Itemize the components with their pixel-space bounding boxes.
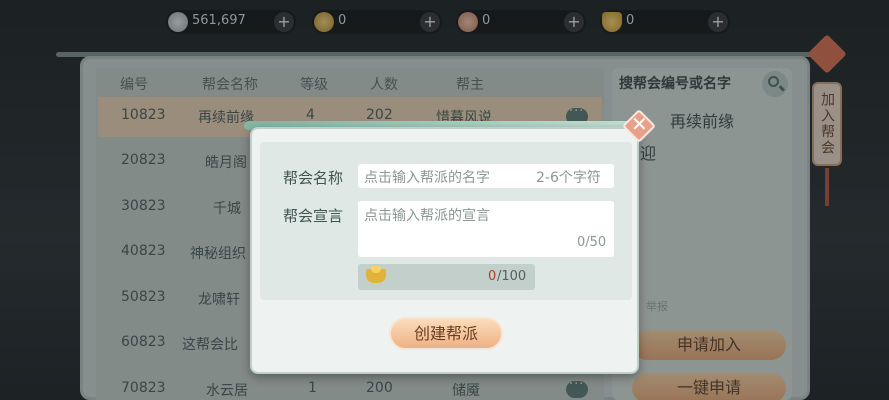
create-guild-button[interactable]: 创建帮派 — [389, 317, 503, 350]
gold-ingot-icon — [366, 265, 386, 283]
cost-need: /100 — [497, 269, 527, 284]
guild-name-hint: 2-6个字符 — [536, 170, 601, 186]
close-icon: ✕ — [631, 112, 648, 136]
guild-name-input[interactable]: 点击输入帮派的名字 2-6个字符 — [358, 164, 614, 188]
close-dialog-button[interactable]: ✕ — [620, 107, 658, 145]
guild-declaration-label: 帮会宣言 — [283, 207, 344, 225]
guild-name-label: 帮会名称 — [283, 169, 344, 187]
declaration-char-count: 0/50 — [577, 235, 607, 250]
guild-name-placeholder: 点击输入帮派的名字 — [364, 170, 490, 186]
guild-declaration-input[interactable]: 点击输入帮派的宣言 0/50 — [358, 201, 614, 257]
cost-have: 0 — [488, 269, 497, 284]
guild-declaration-placeholder: 点击输入帮派的宣言 — [364, 208, 490, 224]
